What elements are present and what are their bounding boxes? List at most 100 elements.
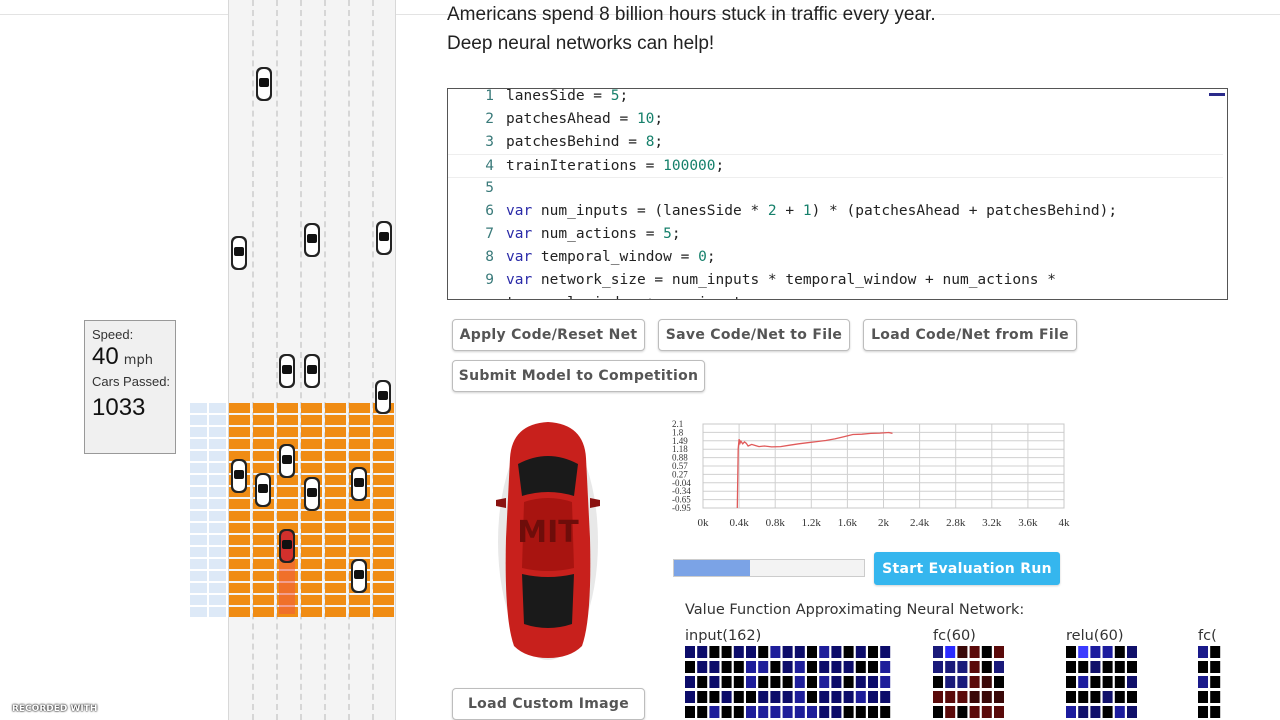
input-neuron — [807, 691, 817, 703]
fc-neuron — [945, 676, 956, 688]
side-patch — [209, 475, 226, 485]
input-neuron — [709, 706, 720, 718]
input-neuron — [733, 706, 744, 718]
code-line[interactable]: 7 var num_actions = 5; — [448, 223, 1223, 245]
cars-passed-label: Cars Passed: — [92, 374, 171, 389]
submit-model-button[interactable]: Submit Model to Competition — [452, 360, 705, 392]
grid-patch — [373, 607, 394, 617]
agent-car — [279, 529, 295, 563]
grid-patch — [301, 463, 322, 473]
side-patch — [190, 571, 207, 581]
code-text: var network_size = num_inputs * temporal… — [506, 272, 1056, 288]
grid-patch — [373, 595, 394, 605]
x-tick-label: 1.6k — [838, 517, 858, 529]
input-neuron — [709, 646, 720, 658]
input-neuron — [770, 706, 781, 718]
code-text: temporal_window + num_inputs; — [506, 295, 759, 299]
x-tick-label: 3.2k — [982, 517, 1002, 529]
grid-patch — [373, 583, 394, 593]
code-line[interactable]: 4 trainIterations = 100000; — [448, 154, 1223, 178]
code-line[interactable]: 9 var network_size = num_inputs * tempora… — [448, 269, 1223, 291]
grid-patch — [301, 559, 322, 569]
grid-patch — [229, 403, 250, 413]
grid-patch — [229, 559, 250, 569]
grid-patch — [349, 523, 370, 533]
fc-neuron — [957, 646, 968, 658]
grid-patch — [373, 559, 394, 569]
input-neuron — [758, 646, 769, 658]
input-neuron — [868, 661, 878, 673]
traffic-car — [231, 459, 247, 493]
input-neuron — [819, 691, 830, 703]
traffic-car — [351, 467, 367, 501]
start-evaluation-button[interactable]: Start Evaluation Run — [874, 552, 1060, 585]
save-code-button[interactable]: Save Code/Net to File — [658, 319, 850, 351]
load-code-button[interactable]: Load Code/Net from File — [863, 319, 1077, 351]
input-neuron — [868, 646, 878, 658]
x-tick-label: 0k — [698, 517, 710, 529]
x-tick-label: 2k — [878, 517, 890, 529]
grid-patch — [301, 511, 322, 521]
code-line[interactable]: temporal_window + num_inputs; — [448, 292, 1223, 299]
grid-patch — [373, 427, 394, 437]
code-line[interactable]: 2 patchesAhead = 10; — [448, 108, 1223, 130]
code-text: var num_inputs = (lanesSide * 2 + 1) * (… — [506, 203, 1118, 219]
code-line[interactable]: 6 var num_inputs = (lanesSide * 2 + 1) * … — [448, 200, 1223, 222]
code-line[interactable]: 3 patchesBehind = 8; — [448, 131, 1223, 153]
code-line[interactable]: 8 var temporal_window = 0; — [448, 246, 1223, 268]
grid-patch — [373, 499, 394, 509]
relu-neuron — [1090, 706, 1101, 718]
code-editor[interactable]: 1 lanesSide = 5; 2 patchesAhead = 10; 3 patch… — [447, 88, 1228, 300]
load-custom-image-button[interactable]: Load Custom Image — [452, 688, 645, 720]
fc-neuron — [981, 676, 992, 688]
input-neuron — [880, 646, 891, 658]
line-number: 1 — [485, 88, 494, 104]
input-neuron — [746, 706, 756, 718]
input-neuron — [794, 676, 805, 688]
grid-patch — [253, 463, 274, 473]
grid-patch — [325, 451, 346, 461]
x-tick-label: 2.4k — [910, 517, 930, 529]
x-tick-label: 0.8k — [766, 517, 786, 529]
stats-panel: Speed: 40 mph Cars Passed: 1033 — [84, 320, 176, 454]
line-number: 3 — [485, 134, 494, 150]
side-patch — [190, 547, 207, 557]
code-line[interactable]: 5 — [448, 177, 1223, 199]
code-text: var temporal_window = 0; — [506, 249, 716, 265]
code-text: patchesBehind = 8; — [506, 134, 664, 150]
grid-patch — [325, 475, 346, 485]
side-patch — [209, 595, 226, 605]
code-text: trainIterations = 100000; — [506, 158, 725, 174]
grid-patch — [253, 559, 274, 569]
relu-neuron — [1102, 676, 1113, 688]
input-neuron — [758, 706, 769, 718]
apply-code-button[interactable]: Apply Code/Reset Net — [452, 319, 645, 351]
traffic-car — [304, 477, 320, 511]
grid-patch — [229, 535, 250, 545]
fc2-neuron — [1198, 661, 1208, 673]
input-neuron — [746, 691, 756, 703]
grid-patch — [373, 475, 394, 485]
relu-neuron — [1066, 706, 1076, 718]
grid-patch — [229, 439, 250, 449]
grid-patch — [325, 607, 346, 617]
traffic-car — [255, 473, 271, 507]
input-neuron — [721, 691, 732, 703]
input-neuron — [855, 706, 866, 718]
code-line[interactable]: 1 lanesSide = 5; — [448, 88, 1223, 107]
car-image: MIT — [496, 422, 600, 660]
grid-patch — [229, 523, 250, 533]
fc-neuron — [957, 691, 968, 703]
input-neuron — [697, 661, 708, 673]
line-number: 7 — [485, 226, 494, 242]
fc-neuron — [994, 691, 1004, 703]
x-tick-label: 1.2k — [802, 517, 822, 529]
evaluation-progress-bar — [673, 559, 865, 577]
input-neuron — [855, 676, 866, 688]
input-neuron — [831, 676, 842, 688]
relu-neuron — [1127, 646, 1137, 658]
input-neuron — [843, 646, 854, 658]
fc-neuron — [969, 661, 980, 673]
traffic-car — [376, 221, 392, 255]
input-neuron — [782, 646, 793, 658]
